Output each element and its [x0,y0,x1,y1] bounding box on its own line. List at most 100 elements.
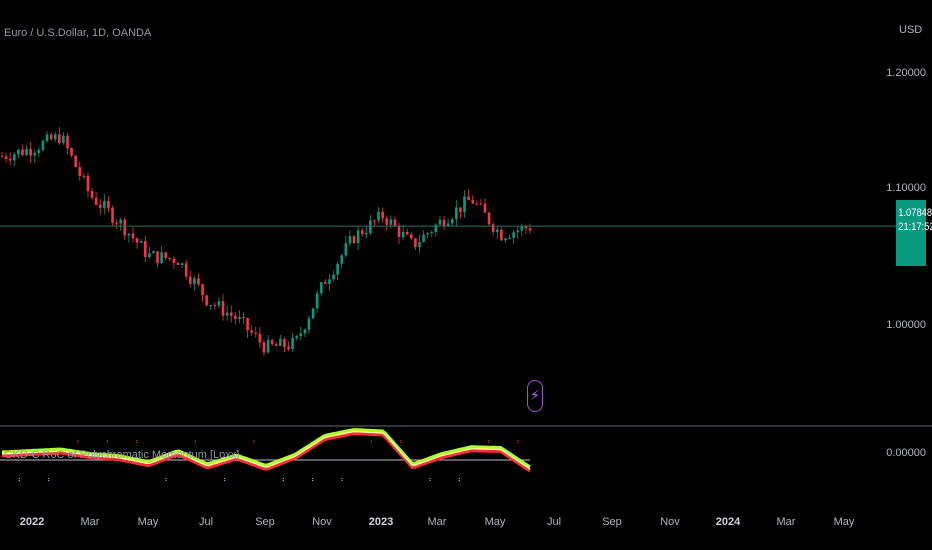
time-axis-label: Jul [198,516,214,528]
candle-body [4,156,8,159]
time-axis-label: Mar [776,516,796,528]
candle-body [21,149,24,155]
candle-body [156,251,159,264]
last-price-value: 1.07848 [898,207,932,219]
time-axis-label: Sep [255,516,275,528]
candle-body [430,232,434,234]
candle-body [172,258,176,264]
time-axis-label: May [484,516,506,528]
candle-body [25,148,28,155]
candle-body [373,220,376,222]
candle-body [53,134,57,140]
candle-body [397,225,401,237]
candle-body [74,155,77,168]
candle-body [311,308,315,319]
candle-body [86,175,90,192]
candle-body [213,304,217,306]
candle-body [463,196,466,213]
candle-body [103,201,106,208]
candle-body [62,135,65,143]
candle-body [414,238,417,248]
symbol-title[interactable]: Euro / U.S.Dollar, 1D, OANDA [4,27,151,39]
candle-body [37,150,41,153]
candle-body [201,284,204,296]
candle-body [246,318,249,331]
candle-body [471,199,474,204]
candle-body [279,338,282,346]
candle-body [33,152,37,156]
candle-body [299,333,303,336]
candle-body [242,317,245,319]
candle-body [58,134,61,143]
candle-body [148,253,151,257]
time-axis-label: Mar [80,516,100,528]
candle-body [495,229,499,232]
candle-body [0,156,4,158]
candle-body [139,241,143,243]
candle-body [168,257,172,259]
candle-body [442,219,446,227]
candle-body [258,333,262,343]
candle-body [160,252,163,264]
candle-body [82,175,86,177]
candle-body [491,224,495,232]
candle-body [229,312,233,316]
candle-body [135,238,139,243]
candle-body [234,315,237,320]
candle-body [266,340,270,353]
candle-body [262,342,266,353]
candle-body [287,346,290,349]
candle-body [319,282,323,294]
time-axis-label: Mar [427,516,447,528]
candle-body [221,301,225,316]
candle-body [426,233,429,235]
candle-body [193,278,196,284]
candle-body [377,211,380,221]
candle-body [516,230,520,233]
indicator-title[interactable]: GKD-C RoC of Polychromatic Momentum [Lox… [4,449,239,461]
main-chart[interactable] [0,0,932,550]
candle-body [405,231,409,235]
candle-body [98,204,102,208]
last-price-tag: 1.07848 21:17:52 [896,200,932,266]
lightning-icon[interactable]: ⚡︎ [527,380,543,412]
candle-body [410,234,413,239]
indicator-axis-label: 0.00000 [886,447,926,459]
candle-body [291,338,294,349]
candle-body [475,203,479,205]
candle-body [184,263,188,277]
candle-body [115,222,118,224]
candle-body [528,228,532,231]
candle-body [41,141,45,151]
candle-body [467,196,470,200]
candle-body [455,207,458,220]
candle-body [225,312,229,316]
candle-body [450,219,454,224]
time-axis-label: 2022 [19,516,45,528]
candle-body [385,218,389,225]
candle-body [303,329,307,334]
candle-body [188,276,192,284]
candle-body [389,219,393,225]
candle-body [332,274,335,280]
candle-body [49,134,53,140]
candle-body [381,211,384,219]
candle-body [197,278,200,285]
candle-body [459,207,462,213]
candle-body [209,304,213,306]
time-axis-label: 2023 [368,516,394,528]
candle-body [393,219,397,226]
currency-label[interactable]: USD [899,24,922,36]
candle-body [283,338,286,347]
candle-body [274,344,278,346]
candle-body [29,148,32,156]
candle-body [344,243,348,256]
candle-body [12,154,16,161]
candle-body [352,236,356,244]
candle-body [164,252,168,258]
candle-body [119,219,122,224]
price-tick-label: 1.20000 [886,67,926,79]
candle-body [504,238,507,241]
candle-body [107,201,110,209]
time-axis-label: Jul [546,516,562,528]
